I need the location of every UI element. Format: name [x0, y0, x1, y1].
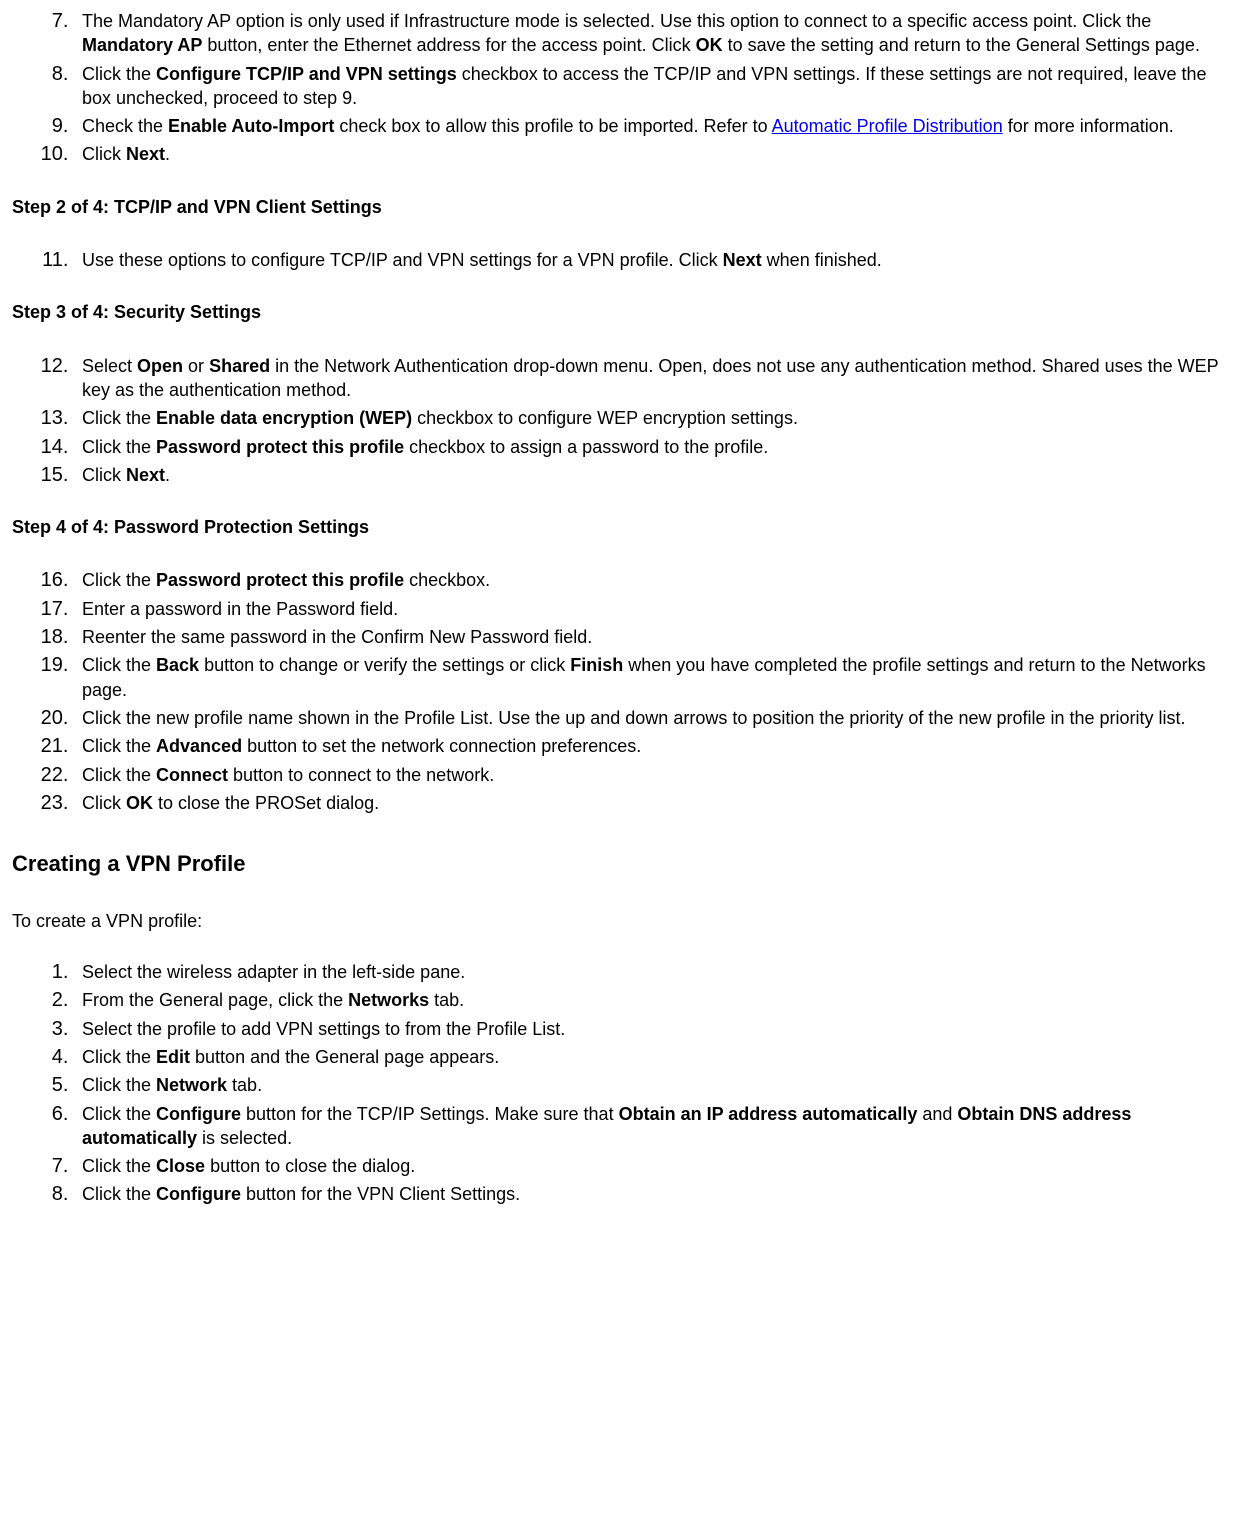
- list-item: Click the Connect button to connect to t…: [74, 762, 1227, 787]
- bold-text: Next: [126, 465, 165, 485]
- list-item: Use these options to configure TCP/IP an…: [74, 247, 1227, 272]
- list-item: Click the Password protect this profile …: [74, 567, 1227, 592]
- bold-text: Edit: [156, 1047, 190, 1067]
- bold-text: Configure: [156, 1104, 241, 1124]
- list-item: From the General page, click the Network…: [74, 987, 1227, 1012]
- bold-text: Close: [156, 1156, 205, 1176]
- bold-text: Password protect this profile: [156, 437, 404, 457]
- bold-text: Mandatory AP: [82, 35, 202, 55]
- list-item: The Mandatory AP option is only used if …: [74, 8, 1227, 58]
- list-item: Click OK to close the PROSet dialog.: [74, 790, 1227, 815]
- bold-text: Network: [156, 1075, 227, 1095]
- bold-text: Obtain an IP address automatically: [619, 1104, 918, 1124]
- list-item: Click the Configure button for the TCP/I…: [74, 1101, 1227, 1151]
- bold-text: OK: [126, 793, 153, 813]
- bold-text: Enable data encryption (WEP): [156, 408, 412, 428]
- link[interactable]: Automatic Profile Distribution: [772, 116, 1003, 136]
- intro-text: To create a VPN profile:: [12, 909, 1227, 933]
- list-item: Select Open or Shared in the Network Aut…: [74, 353, 1227, 403]
- bold-text: Configure: [156, 1184, 241, 1204]
- bold-text: Finish: [570, 655, 623, 675]
- instruction-list-3: Select Open or Shared in the Network Aut…: [12, 353, 1227, 487]
- list-item: Click the Configure button for the VPN C…: [74, 1181, 1227, 1206]
- list-item: Click the Back button to change or verif…: [74, 652, 1227, 702]
- list-item: Click the Enable data encryption (WEP) c…: [74, 405, 1227, 430]
- step-3-heading: Step 3 of 4: Security Settings: [12, 300, 1227, 324]
- list-item: Click the Edit button and the General pa…: [74, 1044, 1227, 1069]
- bold-text: Advanced: [156, 736, 242, 756]
- creating-vpn-profile-heading: Creating a VPN Profile: [12, 849, 1227, 879]
- instruction-list-2: Use these options to configure TCP/IP an…: [12, 247, 1227, 272]
- bold-text: Networks: [348, 990, 429, 1010]
- bold-text: Shared: [209, 356, 270, 376]
- bold-text: Next: [723, 250, 762, 270]
- list-item: Enter a password in the Password field.: [74, 596, 1227, 621]
- bold-text: Connect: [156, 765, 228, 785]
- bold-text: Back: [156, 655, 199, 675]
- instruction-list-1: The Mandatory AP option is only used if …: [12, 8, 1227, 167]
- list-item: Click the Configure TCP/IP and VPN setti…: [74, 61, 1227, 111]
- list-item: Click the Password protect this profile …: [74, 434, 1227, 459]
- list-item: Check the Enable Auto-Import check box t…: [74, 113, 1227, 138]
- bold-text: Next: [126, 144, 165, 164]
- step-4-heading: Step 4 of 4: Password Protection Setting…: [12, 515, 1227, 539]
- list-item: Click the new profile name shown in the …: [74, 705, 1227, 730]
- list-item: Select the profile to add VPN settings t…: [74, 1016, 1227, 1041]
- instruction-list-4: Click the Password protect this profile …: [12, 567, 1227, 815]
- list-item: Click the Advanced button to set the net…: [74, 733, 1227, 758]
- bold-text: Password protect this profile: [156, 570, 404, 590]
- list-item: Click Next.: [74, 462, 1227, 487]
- list-item: Click the Network tab.: [74, 1072, 1227, 1097]
- list-item: Click Next.: [74, 141, 1227, 166]
- list-item: Reenter the same password in the Confirm…: [74, 624, 1227, 649]
- bold-text: Open: [137, 356, 183, 376]
- bold-text: OK: [696, 35, 723, 55]
- bold-text: Configure TCP/IP and VPN settings: [156, 64, 457, 84]
- list-item: Click the Close button to close the dial…: [74, 1153, 1227, 1178]
- list-item: Select the wireless adapter in the left-…: [74, 959, 1227, 984]
- instruction-list-5: Select the wireless adapter in the left-…: [12, 959, 1227, 1207]
- step-2-heading: Step 2 of 4: TCP/IP and VPN Client Setti…: [12, 195, 1227, 219]
- bold-text: Enable Auto-Import: [168, 116, 334, 136]
